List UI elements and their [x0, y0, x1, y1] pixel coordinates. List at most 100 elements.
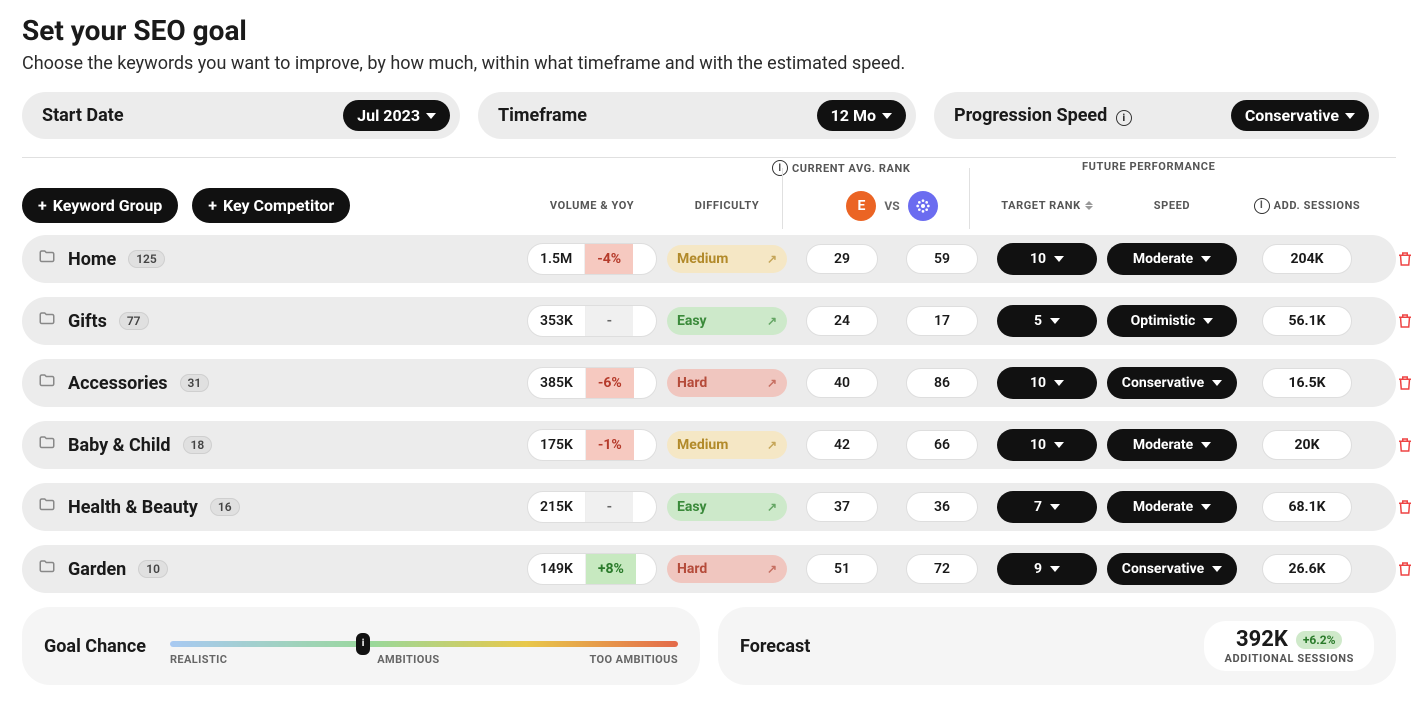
chevron-down-icon	[1345, 113, 1355, 119]
yoy-value: +8%	[585, 554, 636, 584]
row-speed-dropdown[interactable]: Moderate	[1107, 491, 1237, 523]
yoy-value: -	[585, 306, 633, 336]
volume-yoy-pill: 175K -1%	[527, 429, 657, 461]
keyword-table: i CURRENT AVG. RANK FUTURE PERFORMANCE +…	[22, 157, 1396, 593]
own-rank: 40	[806, 368, 878, 398]
competitor-rank: 17	[906, 306, 978, 336]
row-count: 31	[180, 374, 210, 392]
slider-label-ambitious: AMBITIOUS	[377, 653, 439, 666]
info-icon[interactable]: i	[1254, 198, 1270, 214]
row-speed-dropdown[interactable]: Moderate	[1107, 243, 1237, 275]
competitor-avatar	[908, 191, 938, 221]
volume-value: 1.5M	[528, 244, 584, 274]
difficulty-pill[interactable]: Medium ↗	[667, 245, 787, 273]
volume-value: 215K	[528, 492, 585, 522]
vs-label: VS	[884, 199, 899, 213]
chevron-down-icon	[1201, 256, 1211, 262]
col-target-rank[interactable]: TARGET RANK	[997, 175, 1097, 212]
difficulty-value: Easy	[677, 499, 707, 515]
goal-chance-slider[interactable]: i REALISTIC AMBITIOUS TOO AMBITIOUS	[170, 627, 678, 666]
start-date-value: Jul 2023	[357, 106, 420, 125]
delete-row-button[interactable]	[1377, 436, 1418, 454]
difficulty-pill[interactable]: Medium ↗	[667, 431, 787, 459]
target-rank-dropdown[interactable]: 9	[997, 553, 1097, 585]
row-name-cell[interactable]: Home 125	[22, 248, 517, 271]
col-volume-yoy: VOLUME & YOY	[527, 175, 657, 212]
row-speed-dropdown[interactable]: Moderate	[1107, 429, 1237, 461]
folder-icon	[38, 558, 56, 581]
volume-yoy-pill: 385K -6%	[527, 367, 657, 399]
col-difficulty: DIFFICULTY	[667, 175, 787, 212]
row-name-cell[interactable]: Garden 10	[22, 558, 517, 581]
row-count: 77	[119, 312, 149, 330]
sessions-value: 204K	[1262, 244, 1352, 274]
start-date-label: Start Date	[42, 105, 144, 126]
chevron-down-icon	[1212, 566, 1222, 572]
start-date-dropdown[interactable]: Jul 2023	[343, 100, 450, 131]
slider-track: i	[170, 641, 678, 647]
difficulty-pill[interactable]: Hard ↗	[667, 369, 787, 397]
forecast-card: Forecast 392K +6.2% ADDITIONAL SESSIONS	[718, 607, 1396, 685]
row-name: Accessories	[68, 373, 168, 394]
yoy-value: -4%	[584, 244, 633, 274]
row-speed-dropdown[interactable]: Conservative	[1107, 553, 1237, 585]
row-speed-dropdown[interactable]: Conservative	[1107, 367, 1237, 399]
volume-value: 353K	[528, 306, 585, 336]
row-name-cell[interactable]: Baby & Child 18	[22, 434, 517, 457]
row-name-cell[interactable]: Health & Beauty 16	[22, 496, 517, 519]
delete-row-button[interactable]	[1377, 498, 1418, 516]
volume-yoy-pill: 215K -	[527, 491, 657, 523]
add-key-competitor-button[interactable]: + Key Competitor	[192, 188, 350, 223]
folder-icon	[38, 496, 56, 519]
target-rank-value: 10	[1030, 437, 1046, 453]
chevron-down-icon	[1054, 256, 1064, 262]
add-keyword-group-button[interactable]: + Keyword Group	[22, 188, 178, 223]
target-rank-value: 5	[1034, 313, 1042, 329]
row-speed-value: Moderate	[1133, 437, 1193, 453]
difficulty-pill[interactable]: Hard ↗	[667, 555, 787, 583]
expand-icon: ↗	[767, 314, 777, 328]
row-speed-dropdown[interactable]: Optimistic	[1107, 305, 1237, 337]
chevron-down-icon	[882, 113, 892, 119]
keyword-row: Accessories 31 385K -6% Hard ↗ 40 86 10 …	[22, 359, 1396, 407]
difficulty-pill[interactable]: Easy ↗	[667, 307, 787, 335]
chevron-down-icon	[1203, 318, 1213, 324]
difficulty-value: Hard	[677, 561, 707, 577]
folder-icon	[38, 434, 56, 457]
delete-row-button[interactable]	[1377, 560, 1418, 578]
target-rank-dropdown[interactable]: 5	[997, 305, 1097, 337]
row-name-cell[interactable]: Gifts 77	[22, 310, 517, 333]
row-name-cell[interactable]: Accessories 31	[22, 372, 517, 395]
own-rank: 24	[806, 306, 878, 336]
delete-row-button[interactable]	[1377, 250, 1418, 268]
target-rank-value: 9	[1034, 561, 1042, 577]
row-name: Health & Beauty	[68, 497, 198, 518]
info-icon[interactable]: i	[772, 160, 788, 176]
volume-yoy-pill: 353K -	[527, 305, 657, 337]
expand-icon: ↗	[767, 376, 777, 390]
volume-value: 385K	[528, 368, 585, 398]
target-rank-dropdown[interactable]: 10	[997, 243, 1097, 275]
keyword-row: Home 125 1.5M -4% Medium ↗ 29 59 10 Mode…	[22, 235, 1396, 283]
own-rank: 37	[806, 492, 878, 522]
timeframe-dropdown[interactable]: 12 Mo	[817, 100, 906, 131]
add-buttons: + Keyword Group + Key Competitor	[22, 164, 517, 223]
timeframe-label: Timeframe	[498, 105, 607, 126]
slider-handle[interactable]: i	[356, 633, 370, 655]
info-icon[interactable]: i	[1116, 110, 1132, 126]
sessions-value: 56.1K	[1262, 306, 1352, 336]
row-count: 10	[138, 560, 168, 578]
goal-chance-label: Goal Chance	[44, 636, 146, 657]
expand-icon: ↗	[767, 252, 777, 266]
target-rank-dropdown[interactable]: 10	[997, 367, 1097, 399]
delete-row-button[interactable]	[1377, 374, 1418, 392]
difficulty-pill[interactable]: Easy ↗	[667, 493, 787, 521]
row-name: Home	[68, 249, 116, 270]
header-separator	[782, 168, 783, 229]
competitor-rank: 72	[906, 554, 978, 584]
target-rank-dropdown[interactable]: 7	[997, 491, 1097, 523]
delete-row-button[interactable]	[1377, 312, 1418, 330]
speed-dropdown[interactable]: Conservative	[1231, 100, 1369, 131]
folder-icon	[38, 310, 56, 333]
target-rank-dropdown[interactable]: 10	[997, 429, 1097, 461]
